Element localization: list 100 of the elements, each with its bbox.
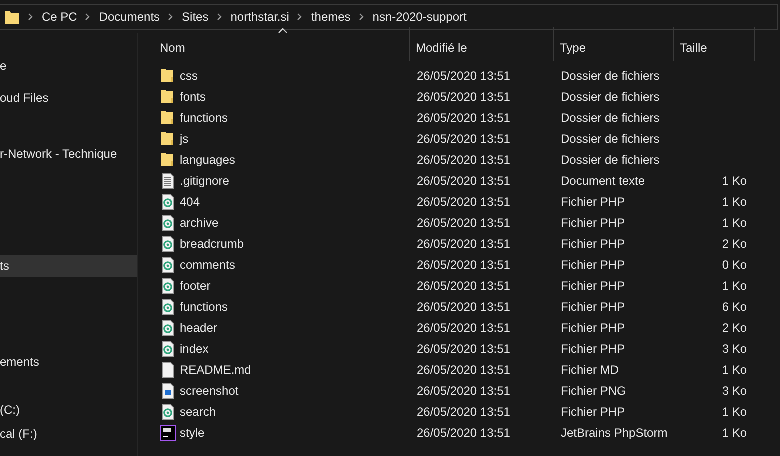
type-cell-text: JetBrains PhpStorm [560,426,669,440]
folder-icon [160,110,176,126]
type-cell-text: Fichier PHP [560,236,626,250]
date-cell-text: 26/05/2020 13:51 [416,216,512,230]
nav-item[interactable]: ements [0,351,137,373]
breadcrumb-item[interactable]: themes [311,10,351,24]
file-name[interactable]: header [180,320,218,334]
file-name[interactable]: search [180,404,216,418]
type-cell-text: Dossier de fichiers [560,68,661,82]
type-cell-text: Fichier PHP [560,216,626,230]
type-cell-text: Fichier PHP [560,320,626,334]
date-cell-text: 26/05/2020 13:51 [416,194,512,208]
size-cell-text: 1 Ko [721,278,748,292]
folder-icon [4,9,20,25]
chevron-icon [297,13,304,21]
size-cell-text: 1 Ko [721,194,748,208]
nav-item[interactable]: oud Files [0,87,137,109]
text-document-icon [160,172,176,188]
date-cell-text: 26/05/2020 13:51 [416,68,512,82]
php-file-icon [160,404,176,420]
size-cell-text: 1 Ko [721,404,748,418]
file-name[interactable]: archive [180,216,219,230]
type-cell-text: Fichier PHP [560,278,626,292]
size-cell-text: 1 Ko [721,216,748,230]
type-cell-text: Fichier PHP [560,342,626,356]
php-file-icon [160,256,176,272]
nav-item[interactable]: ts [0,255,137,277]
date-cell-text: 26/05/2020 13:51 [416,132,512,146]
breadcrumb-item[interactable]: Ce PC [42,10,78,24]
type-cell-text: Fichier PHP [560,194,626,208]
file-name[interactable]: index [180,342,209,356]
file-name[interactable]: css [180,68,198,82]
folder-icon [160,68,176,84]
breadcrumb-item[interactable]: Sites [182,10,209,24]
type-cell-text: Dossier de fichiers [560,132,661,146]
php-file-icon [160,214,176,230]
chevron-icon [28,13,34,21]
column-header[interactable]: Taille [674,27,755,61]
file-name[interactable]: comments [180,258,236,272]
file-name[interactable]: README.md [180,362,252,376]
size-cell-text: 3 Ko [721,342,748,356]
blank-file-icon [160,362,176,378]
date-cell-text: 26/05/2020 13:51 [416,152,512,166]
file-name[interactable]: 404 [180,194,200,208]
type-cell-text: Dossier de fichiers [560,152,661,166]
php-file-icon [160,340,176,356]
breadcrumb-item[interactable]: northstar.si [230,10,290,24]
column-header[interactable]: Nom [156,27,410,61]
date-cell-text: 26/05/2020 13:51 [416,236,512,250]
php-file-icon [160,236,176,252]
type-cell-text: Dossier de fichiers [560,90,661,104]
type-cell-text: Fichier PHP [560,404,626,418]
folder-icon [160,88,176,104]
folder-icon [160,130,176,146]
file-name[interactable]: functions [180,110,228,124]
size-cell-text: 3 Ko [721,384,748,398]
date-cell-text: 26/05/2020 13:51 [416,90,512,104]
app-logo-icon [160,424,176,440]
date-cell-text: 26/05/2020 13:51 [416,300,512,314]
php-file-icon [160,320,176,336]
file-name[interactable]: js [180,132,189,146]
chevron-icon [216,13,223,21]
type-cell-text: Fichier PHP [560,300,626,314]
chevron-icon [358,13,365,21]
file-name[interactable]: style [180,426,205,440]
breadcrumb-item[interactable]: Documents [99,10,160,24]
file-name[interactable]: languages [180,152,236,166]
image-file-icon [160,382,176,398]
column-header[interactable]: Modifié le [410,27,554,61]
date-cell-text: 26/05/2020 13:51 [416,174,512,188]
date-cell-text: 26/05/2020 13:51 [416,362,512,376]
file-name[interactable]: breadcrumb [180,236,244,250]
size-cell-text: 6 Ko [721,300,748,314]
date-cell-text: 26/05/2020 13:51 [416,278,512,292]
nav-item[interactable]: (C:) [0,399,137,421]
php-file-icon [160,278,176,294]
address-bar[interactable]: Ce PC Documents Sites northstar.si themes nsn-2020-support [0,4,778,30]
date-cell-text: 26/05/2020 13:51 [416,258,512,272]
size-cell-text: 1 Ko [721,174,748,188]
column-header[interactable]: Type [554,27,674,61]
size-cell-text: 1 Ko [721,426,748,440]
size-cell-text: 2 Ko [721,236,748,250]
type-cell-text: Fichier PNG [560,384,628,398]
chevron-icon [168,13,174,21]
file-name[interactable]: fonts [180,90,206,104]
nav-item[interactable]: e [0,55,137,77]
date-cell-text: 26/05/2020 13:51 [416,342,512,356]
php-file-icon [160,298,176,314]
date-cell-text: 26/05/2020 13:51 [416,384,512,398]
date-cell-text: 26/05/2020 13:51 [416,426,512,440]
file-name[interactable]: .gitignore [180,174,230,188]
date-cell-text: 26/05/2020 13:51 [416,404,512,418]
file-name[interactable]: functions [180,300,228,314]
file-name[interactable]: screenshot [180,384,239,398]
type-cell-text: Fichier MD [560,362,620,376]
file-name[interactable]: footer [180,278,211,292]
breadcrumb-item[interactable]: nsn-2020-support [372,10,467,24]
nav-item[interactable]: r-Network - Technique [0,143,137,165]
nav-item[interactable]: cal (F:) [0,423,137,445]
date-cell-text: 26/05/2020 13:51 [416,110,512,124]
